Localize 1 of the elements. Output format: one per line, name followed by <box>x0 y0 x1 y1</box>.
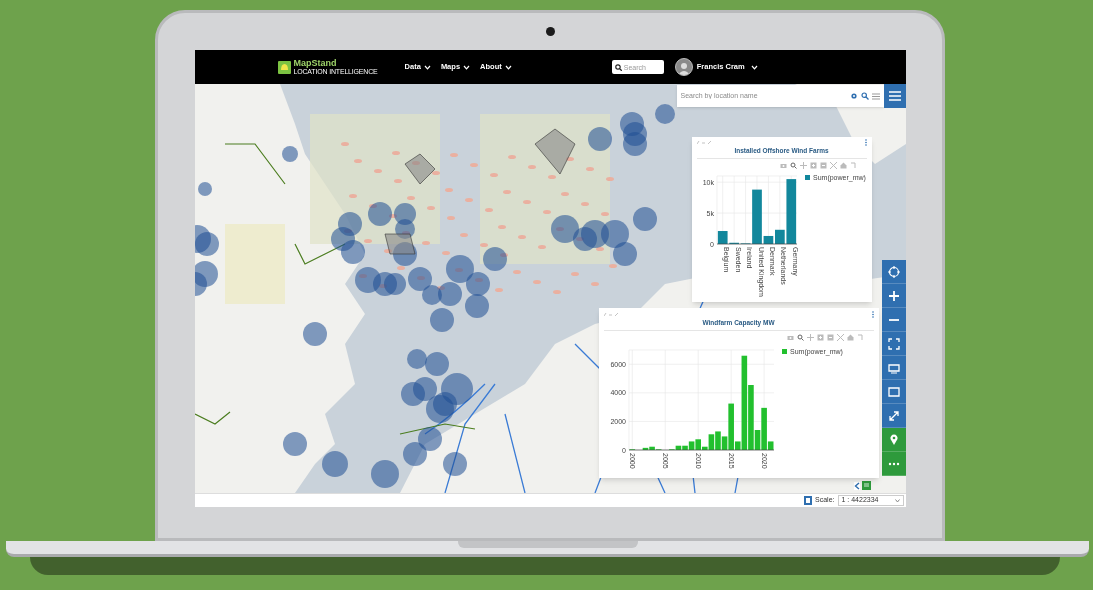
logo-wordmark: MapStand <box>293 59 338 68</box>
